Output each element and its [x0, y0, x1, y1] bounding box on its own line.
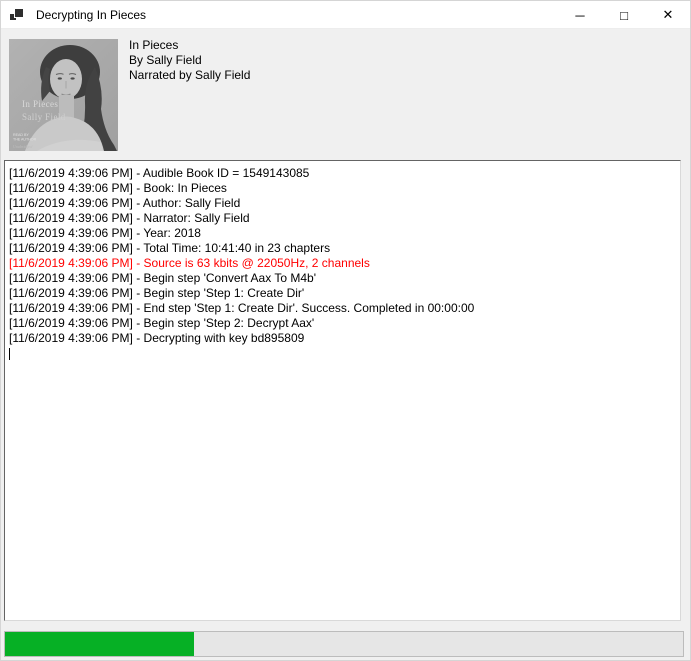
minimize-icon: ─: [575, 8, 584, 23]
close-icon: ✕: [663, 7, 674, 23]
titlebar[interactable]: Decrypting In Pieces ─ □ ✕: [1, 1, 690, 29]
maximize-icon: □: [620, 8, 628, 23]
text-caret: [9, 348, 10, 360]
close-button[interactable]: ✕: [646, 1, 690, 29]
log-line-error: [11/6/2019 4:39:06 PM] - Source is 63 kb…: [9, 256, 676, 271]
cover-edition-text: Unabridged: [13, 144, 33, 149]
book-byline: By Sally Field: [129, 53, 250, 68]
caret-line: [9, 346, 676, 361]
log-line: [11/6/2019 4:39:06 PM] - Author: Sally F…: [9, 196, 676, 211]
log-line: [11/6/2019 4:39:06 PM] - Begin step 'Ste…: [9, 286, 676, 301]
log-textbox[interactable]: [11/6/2019 4:39:06 PM] - Audible Book ID…: [4, 160, 681, 621]
window-title: Decrypting In Pieces: [36, 1, 146, 29]
cover-title-text: In Pieces: [22, 99, 58, 109]
book-narrator-line: Narrated by Sally Field: [129, 68, 250, 83]
log-line: [11/6/2019 4:39:06 PM] - Narrator: Sally…: [9, 211, 676, 226]
log-line: [11/6/2019 4:39:06 PM] - Decrypting with…: [9, 331, 676, 346]
log-line: [11/6/2019 4:39:06 PM] - Audible Book ID…: [9, 166, 676, 181]
log-line: [11/6/2019 4:39:06 PM] - End step 'Step …: [9, 301, 676, 316]
log-line: [11/6/2019 4:39:06 PM] - Begin step 'Ste…: [9, 316, 676, 331]
cover-readby-line2: THE AUTHOR: [13, 138, 37, 142]
log-line: [11/6/2019 4:39:06 PM] - Book: In Pieces: [9, 181, 676, 196]
progress-bar: [4, 631, 684, 657]
maximize-button[interactable]: □: [602, 1, 646, 29]
book-cover: In Pieces Sally Field READ BY THE AUTHOR…: [9, 39, 118, 151]
cover-portrait-face: [50, 59, 82, 99]
book-info: In Pieces By Sally Field Narrated by Sal…: [129, 38, 250, 83]
progress-fill: [5, 632, 194, 656]
app-icon: [9, 7, 25, 23]
minimize-button[interactable]: ─: [558, 1, 602, 29]
log-line: [11/6/2019 4:39:06 PM] - Year: 2018: [9, 226, 676, 241]
book-title: In Pieces: [129, 38, 250, 53]
log-line: [11/6/2019 4:39:06 PM] - Begin step 'Con…: [9, 271, 676, 286]
cover-readby-line1: READ BY: [13, 133, 29, 137]
window-controls: ─ □ ✕: [558, 1, 690, 29]
app-window: Decrypting In Pieces ─ □ ✕: [0, 0, 691, 661]
log-line: [11/6/2019 4:39:06 PM] - Total Time: 10:…: [9, 241, 676, 256]
cover-author-text: Sally Field: [22, 112, 66, 122]
